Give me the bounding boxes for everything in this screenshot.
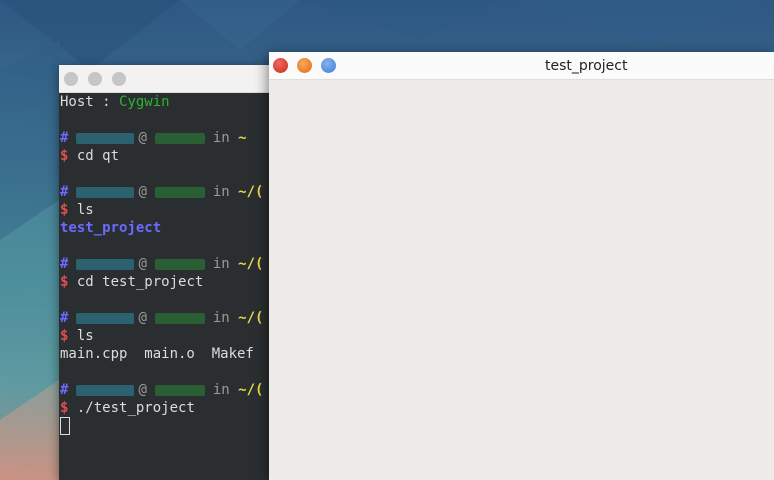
redacted-username [76,384,135,396]
maximize-button[interactable] [112,71,126,86]
terminal-line: main.cpp main.o Makef [60,345,289,363]
prompt-hash: # [60,130,69,146]
prompt-in: in [212,382,230,398]
redacted-hostname [154,132,205,144]
redacted-username [76,186,135,198]
terminal-output[interactable]: Host : Cygwin # @ in ~ $ cd qt # @ in ~/($ ls te… [59,93,289,480]
terminal-line: $ ls [60,201,289,219]
text-cursor [60,417,70,435]
prompt-path: ~ [238,130,247,146]
terminal-line: $ ls [60,327,289,345]
window-title: test_project [545,58,628,74]
redacted-hostname [154,384,205,396]
prompt-hash: # [60,184,69,200]
prompt-path: ~/( [238,310,264,326]
command-text: cd test_project [76,274,204,290]
app-titlebar[interactable]: test_project [269,52,774,80]
command-text: ./test_project [76,400,195,416]
prompt-in: in [212,256,230,272]
redacted-username [76,258,135,270]
command-output: main.cpp main.o Makef [60,346,254,362]
host-label: Host : [60,94,120,110]
prompt-hash: # [60,310,69,326]
app-window[interactable]: test_project [269,52,774,480]
app-content-area[interactable] [269,80,774,480]
redacted-hostname [154,258,205,270]
close-button[interactable] [64,71,78,86]
close-button[interactable] [273,58,288,73]
command-text: ls [76,328,94,344]
prompt-in: in [212,184,230,200]
prompt-path: ~/( [238,256,264,272]
prompt-hash: # [60,382,69,398]
directory-entry: test_project [60,220,162,236]
terminal-line: test_project [60,219,289,237]
redacted-hostname [154,186,205,198]
terminal-line: # @ in ~ [60,129,289,147]
prompt-at: @ [138,184,147,200]
minimize-button[interactable] [88,71,102,86]
prompt-at: @ [138,382,147,398]
minimize-button[interactable] [297,58,312,73]
terminal-line [60,417,289,435]
prompt-path: ~/( [238,382,264,398]
terminal-line: $ cd test_project [60,273,289,291]
prompt-at: @ [138,310,147,326]
terminal-line: $ cd qt [60,147,289,165]
terminal-line: $ ./test_project [60,399,289,417]
prompt-at: @ [138,130,147,146]
prompt-in: in [212,130,230,146]
terminal-line: Host : Cygwin [60,93,289,111]
prompt-in: in [212,310,230,326]
terminal-line: # @ in ~/( [60,381,289,399]
command-text: cd qt [76,148,120,164]
terminal-line: # @ in ~/( [60,183,289,201]
prompt-hash: # [60,256,69,272]
terminal-line: # @ in ~/( [60,255,289,273]
maximize-button[interactable] [321,58,336,73]
redacted-username [76,132,135,144]
redacted-username [76,312,135,324]
terminal-line: # @ in ~/( [60,309,289,327]
prompt-at: @ [138,256,147,272]
terminal-window[interactable]: Host : Cygwin # @ in ~ $ cd qt # @ in ~/($ ls te… [59,65,289,480]
terminal-titlebar[interactable] [59,65,289,93]
host-value: Cygwin [119,94,170,110]
prompt-path: ~/( [238,184,264,200]
command-text: ls [76,202,94,218]
redacted-hostname [154,312,205,324]
